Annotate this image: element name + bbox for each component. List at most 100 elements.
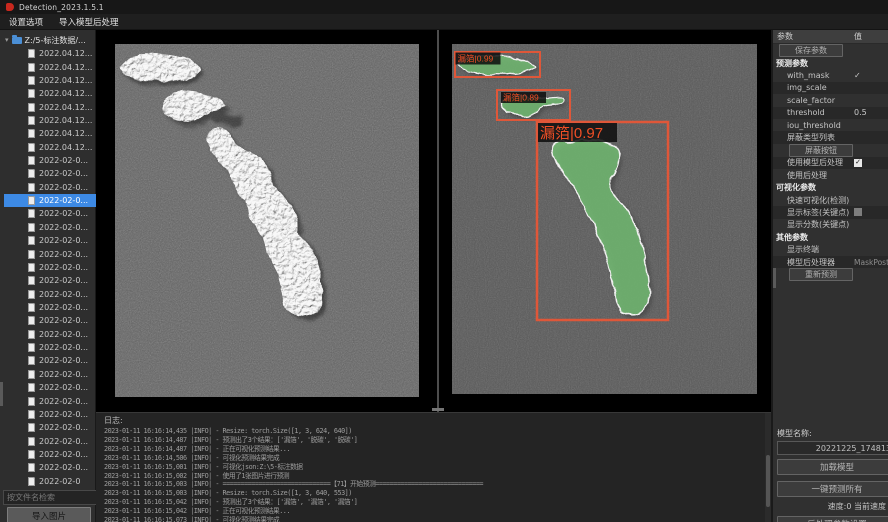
tree-item[interactable]: 2022-02-0...	[4, 341, 96, 354]
param-row-show-labels-keypoint[interactable]: 显示标签(关键点)	[773, 206, 888, 218]
chevron-down-icon: ▾	[5, 37, 9, 44]
param-row-fast-visualize-detect[interactable]: 快速可视化(检测)	[773, 194, 888, 206]
menu-settings[interactable]: 设置选项	[9, 16, 43, 28]
tree-item-label: 2022.04.12...	[39, 103, 92, 112]
file-icon	[28, 196, 35, 205]
file-icon	[28, 263, 35, 272]
mask-button-button[interactable]: 屏蔽按钮	[789, 144, 853, 157]
import-images-button[interactable]: 导入图片	[7, 507, 91, 522]
param-value-with-mask: ✓	[854, 71, 861, 80]
prediction-image-viewport[interactable]: 漏箔|0.99 漏箔|0.89 漏箔|0.97	[452, 44, 757, 394]
tree-item[interactable]: 2022.04.12...	[4, 74, 96, 87]
tree-item[interactable]: 2022-02-0...	[4, 154, 96, 167]
tree-item[interactable]: 2022-02-0...	[4, 194, 96, 207]
param-row-img-scale[interactable]: img_scale	[773, 82, 888, 94]
tree-item[interactable]: 2022-02-0...	[4, 328, 96, 341]
tree-item[interactable]: 2022-02-0...	[4, 181, 96, 194]
tree-item[interactable]: 2022.04.12...	[4, 127, 96, 140]
param-row-show-scores-keypoint[interactable]: 显示分数(关键点)	[773, 219, 888, 231]
titlebar: Detection_2023.1.5.1	[0, 0, 888, 14]
log-lines: 2023-01-11 16:16:14,435 |INFO| - Resize:…	[104, 427, 771, 522]
param-label-threshold: threshold	[773, 108, 825, 117]
params-scrollbar[interactable]	[773, 268, 776, 288]
tree-item-label: 2022-02-0...	[39, 330, 88, 339]
file-icon	[28, 156, 35, 165]
param-row-show-terminal[interactable]: 显示终端	[773, 243, 888, 255]
tree-item[interactable]: 2022-02-0...	[4, 354, 96, 367]
file-icon	[28, 89, 35, 98]
tree-item[interactable]: 2022.04.12...	[4, 60, 96, 73]
file-icon	[28, 383, 35, 392]
tree-item[interactable]: 2022-02-0...	[4, 301, 96, 314]
tree-item[interactable]: 2022.04.12...	[4, 87, 96, 100]
tree-item[interactable]: 2022-02-0...	[4, 314, 96, 327]
file-icon	[28, 143, 35, 152]
tree-item-label: 2022-02-0...	[39, 397, 88, 406]
tree-item[interactable]: 2022-02-0...	[4, 261, 96, 274]
tree-item[interactable]: 2022.04.12...	[4, 47, 96, 60]
param-row-use-postprocess[interactable]: 使用后处理	[773, 169, 888, 181]
predict-all-button[interactable]: 一键预测所有	[777, 481, 888, 497]
tree-item[interactable]: 2022-02-0...	[4, 247, 96, 260]
viewer-splitter-grip[interactable]	[432, 408, 444, 411]
tree-item[interactable]: 2022-02-0...	[4, 408, 96, 421]
param-row-iou-threshold[interactable]: iou_threshold	[773, 119, 888, 131]
param-label-use-postprocess: 使用后处理	[773, 170, 827, 181]
param-row-use-model-postprocess[interactable]: 使用模型后处理✓	[773, 157, 888, 169]
tree-item[interactable]: 2022.04.12...	[4, 141, 96, 154]
file-icon	[28, 250, 35, 259]
tree-item-label: 2022-02-0...	[39, 383, 88, 392]
tree-item[interactable]: 2022-02-0...	[4, 207, 96, 220]
viewer-splitter[interactable]	[437, 30, 439, 412]
tree-item[interactable]: 2022.04.12...	[4, 100, 96, 113]
tree-item[interactable]: 2022-02-0...	[4, 394, 96, 407]
model-name-field[interactable]: 20221225_174813	[777, 441, 888, 455]
tree-item[interactable]: 2022.04.12...	[4, 114, 96, 127]
tree-item[interactable]: 2022-02-0	[4, 475, 96, 488]
tree-item-label: 2022-02-0...	[39, 450, 88, 459]
param-row-scale-factor[interactable]: scale_factor	[773, 94, 888, 106]
model-name-label: 模型名称:	[777, 428, 812, 439]
tree-item[interactable]: 2022-02-0...	[4, 434, 96, 447]
tree-item-label: 2022-02-0...	[39, 250, 88, 259]
tree-item[interactable]: 2022-02-0...	[4, 287, 96, 300]
param-button-row: 屏蔽按钮	[773, 144, 888, 157]
param-value-threshold: 0.5	[854, 108, 867, 117]
sidebar-scrollbar[interactable]	[0, 382, 3, 406]
param-row-model-postprocessor[interactable]: 模型后处理器MaskPostPro	[773, 256, 888, 268]
tree-item[interactable]: 2022-02-0...	[4, 461, 96, 474]
tree-item[interactable]: 2022-02-0...	[4, 421, 96, 434]
speed-status: 速度:0 当前速度	[773, 501, 886, 512]
log-scrollbar[interactable]	[766, 455, 770, 507]
original-image-viewport[interactable]	[115, 44, 419, 397]
tree-item[interactable]: 2022-02-0...	[4, 368, 96, 381]
menu-import-model-postprocess[interactable]: 导入模型后处理	[59, 16, 119, 28]
load-model-button[interactable]: 加载模型	[777, 459, 888, 475]
log-line: 2023-01-11 16:16:15,073 |INFO| - 可视化预测结果…	[104, 516, 771, 522]
param-row-mask-type-list[interactable]: 屏蔽类型列表	[773, 131, 888, 143]
tree-item[interactable]: 2022-02-0...	[4, 381, 96, 394]
params-header: 参数 值	[773, 30, 888, 44]
tree-item[interactable]: 2022-02-0...	[4, 274, 96, 287]
tree-item-label: 2022-02-0...	[39, 276, 88, 285]
tree-item-label: 2022-02-0	[39, 477, 80, 486]
log-line: 2023-01-11 16:16:15,003 |INFO| - Resize:…	[104, 489, 771, 498]
re-predict-button[interactable]: 重新预测	[789, 268, 853, 281]
search-input[interactable]	[3, 490, 99, 505]
param-row-with-mask[interactable]: with_mask✓	[773, 69, 888, 81]
use-model-postprocess-checkbox[interactable]: ✓	[854, 159, 862, 167]
log-line: 2023-01-11 16:16:14,487 |INFO| - 正在可视化预测…	[104, 445, 771, 454]
file-tree-items: 2022.04.12...2022.04.12...2022.04.12...2…	[0, 47, 96, 488]
tree-item[interactable]: 2022-02-0...	[4, 167, 96, 180]
tree-root-folder[interactable]: ▾ Z:/5-标注数据/...	[0, 33, 96, 47]
tree-item[interactable]: 2022-02-0...	[4, 221, 96, 234]
save-params-button[interactable]: 保存参数	[779, 44, 843, 57]
postprocess-settings-button[interactable]: 后处理参数设置	[777, 516, 888, 522]
param-row-threshold[interactable]: threshold 0.5	[773, 107, 888, 119]
tree-item[interactable]: 2022-02-0...	[4, 234, 96, 247]
svg-text:漏箔|0.99: 漏箔|0.99	[458, 54, 494, 64]
show-labels-keypoint-checkbox[interactable]	[854, 208, 862, 216]
label-detection-3: 漏箔|0.97	[538, 123, 617, 142]
param-section-predict-params: 预测参数	[773, 57, 888, 69]
tree-item[interactable]: 2022-02-0...	[4, 448, 96, 461]
